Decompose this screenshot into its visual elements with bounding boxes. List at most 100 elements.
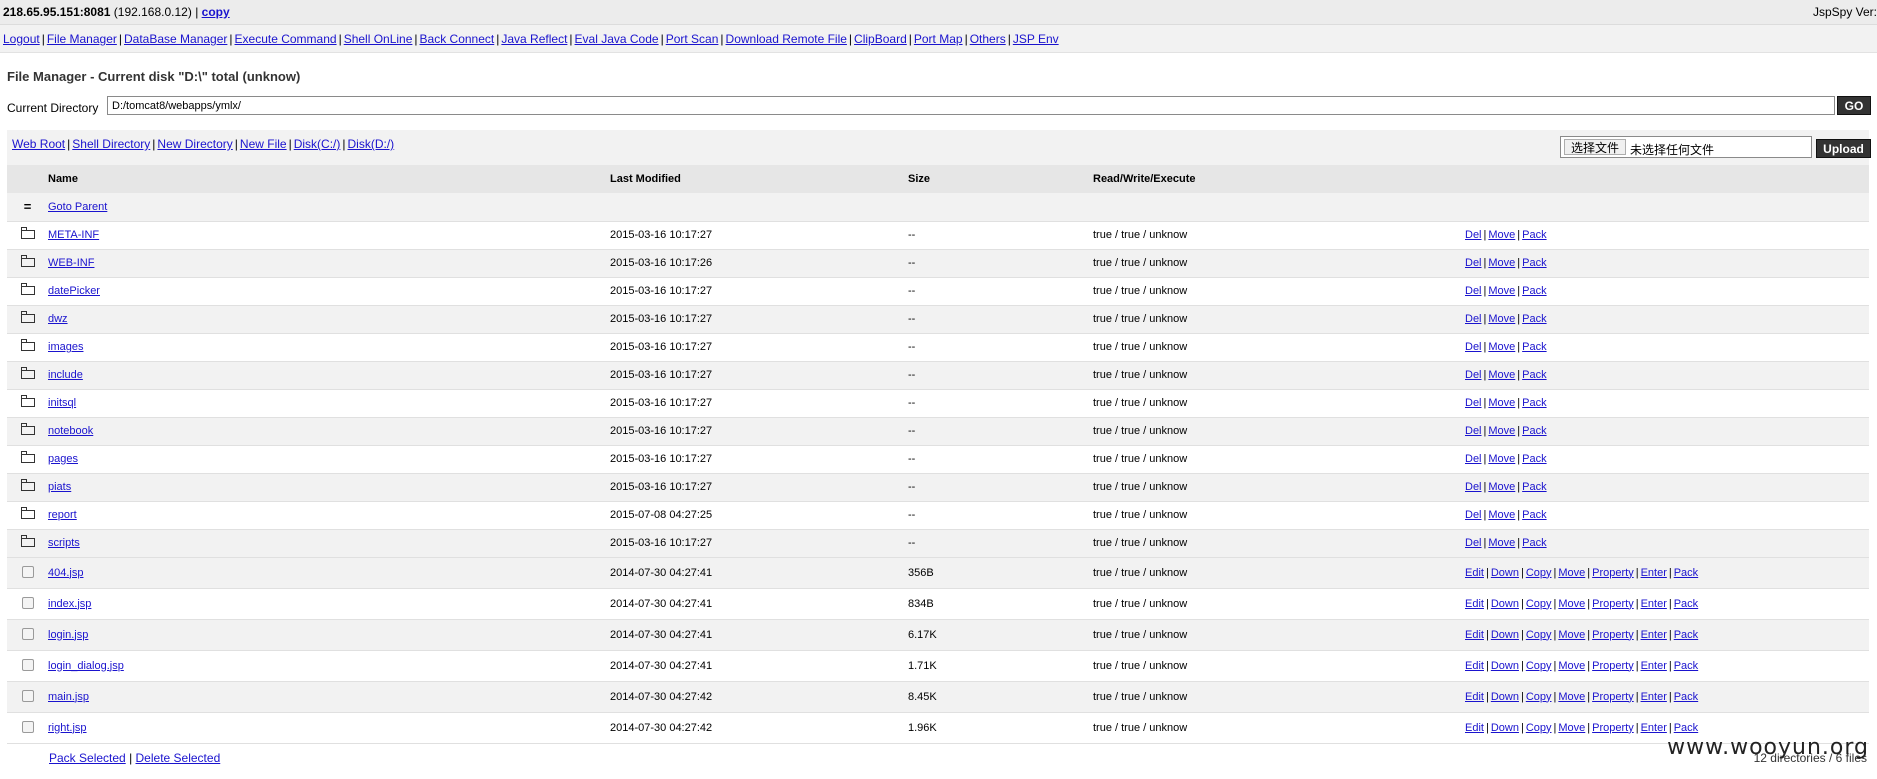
nav-jsp-env[interactable]: JSP Env bbox=[1013, 32, 1059, 46]
action-edit[interactable]: Edit bbox=[1465, 598, 1484, 610]
action-copy[interactable]: Copy bbox=[1526, 598, 1552, 610]
action-pack[interactable]: Pack bbox=[1674, 598, 1698, 610]
action-down[interactable]: Down bbox=[1491, 598, 1519, 610]
action-pack[interactable]: Pack bbox=[1674, 567, 1698, 579]
file-checkbox[interactable] bbox=[21, 628, 34, 640]
action-pack[interactable]: Pack bbox=[1522, 341, 1546, 353]
choose-file-button[interactable]: 选择文件 bbox=[1564, 139, 1627, 155]
action-move[interactable]: Move bbox=[1488, 229, 1515, 241]
action-del[interactable]: Del bbox=[1465, 229, 1482, 241]
directory-link[interactable]: initsql bbox=[48, 397, 76, 409]
action-copy[interactable]: Copy bbox=[1526, 629, 1552, 641]
copy-link[interactable]: copy bbox=[202, 5, 230, 19]
action-del[interactable]: Del bbox=[1465, 313, 1482, 325]
action-move[interactable]: Move bbox=[1488, 397, 1515, 409]
action-del[interactable]: Del bbox=[1465, 397, 1482, 409]
action-copy[interactable]: Copy bbox=[1526, 567, 1552, 579]
action-property[interactable]: Property bbox=[1592, 691, 1634, 703]
file-checkbox[interactable] bbox=[21, 566, 34, 578]
file-link[interactable]: main.jsp bbox=[48, 691, 89, 703]
action-del[interactable]: Del bbox=[1465, 509, 1482, 521]
action-edit[interactable]: Edit bbox=[1465, 567, 1484, 579]
action-pack[interactable]: Pack bbox=[1674, 722, 1698, 734]
file-checkbox[interactable] bbox=[21, 690, 34, 702]
file-checkbox[interactable] bbox=[21, 721, 34, 734]
directory-link[interactable]: datePicker bbox=[48, 285, 100, 297]
nav-execute-command[interactable]: Execute Command bbox=[235, 32, 337, 46]
nav-clipboard[interactable]: ClipBoard bbox=[854, 32, 907, 46]
action-del[interactable]: Del bbox=[1465, 481, 1482, 493]
toolbar-disk-d[interactable]: Disk(D:/) bbox=[348, 137, 395, 151]
action-pack[interactable]: Pack bbox=[1522, 369, 1546, 381]
file-link[interactable]: login.jsp bbox=[48, 629, 88, 641]
nav-shell-online[interactable]: Shell OnLine bbox=[344, 32, 413, 46]
action-move[interactable]: Move bbox=[1558, 567, 1585, 579]
directory-link[interactable]: include bbox=[48, 369, 83, 381]
action-enter[interactable]: Enter bbox=[1641, 691, 1667, 703]
action-copy[interactable]: Copy bbox=[1526, 722, 1552, 734]
action-move[interactable]: Move bbox=[1558, 691, 1585, 703]
action-move[interactable]: Move bbox=[1558, 660, 1585, 672]
action-del[interactable]: Del bbox=[1465, 369, 1482, 381]
action-edit[interactable]: Edit bbox=[1465, 722, 1484, 734]
action-move[interactable]: Move bbox=[1488, 425, 1515, 437]
action-enter[interactable]: Enter bbox=[1641, 567, 1667, 579]
action-pack[interactable]: Pack bbox=[1522, 229, 1546, 241]
action-pack[interactable]: Pack bbox=[1674, 660, 1698, 672]
action-copy[interactable]: Copy bbox=[1526, 660, 1552, 672]
action-edit[interactable]: Edit bbox=[1465, 691, 1484, 703]
nav-port-scan[interactable]: Port Scan bbox=[666, 32, 719, 46]
action-del[interactable]: Del bbox=[1465, 453, 1482, 465]
action-del[interactable]: Del bbox=[1465, 285, 1482, 297]
action-move[interactable]: Move bbox=[1488, 481, 1515, 493]
nav-download-remote-file[interactable]: Download Remote File bbox=[726, 32, 847, 46]
action-edit[interactable]: Edit bbox=[1465, 629, 1484, 641]
action-property[interactable]: Property bbox=[1592, 567, 1634, 579]
file-link[interactable]: right.jsp bbox=[48, 722, 87, 734]
action-pack[interactable]: Pack bbox=[1522, 481, 1546, 493]
action-del[interactable]: Del bbox=[1465, 257, 1482, 269]
action-pack[interactable]: Pack bbox=[1674, 629, 1698, 641]
toolbar-new-directory[interactable]: New Directory bbox=[157, 137, 232, 151]
pack-selected-link[interactable]: Pack Selected bbox=[49, 751, 126, 765]
directory-link[interactable]: report bbox=[48, 509, 77, 521]
action-down[interactable]: Down bbox=[1491, 691, 1519, 703]
upload-button[interactable]: Upload bbox=[1816, 139, 1871, 158]
action-move[interactable]: Move bbox=[1488, 509, 1515, 521]
action-move[interactable]: Move bbox=[1488, 369, 1515, 381]
action-del[interactable]: Del bbox=[1465, 537, 1482, 549]
nav-file-manager[interactable]: File Manager bbox=[47, 32, 117, 46]
action-move[interactable]: Move bbox=[1488, 285, 1515, 297]
action-property[interactable]: Property bbox=[1592, 660, 1634, 672]
action-down[interactable]: Down bbox=[1491, 722, 1519, 734]
action-pack[interactable]: Pack bbox=[1522, 453, 1546, 465]
nav-port-map[interactable]: Port Map bbox=[914, 32, 963, 46]
action-property[interactable]: Property bbox=[1592, 722, 1634, 734]
action-move[interactable]: Move bbox=[1488, 257, 1515, 269]
file-checkbox[interactable] bbox=[21, 659, 34, 671]
file-checkbox[interactable] bbox=[21, 597, 34, 609]
action-copy[interactable]: Copy bbox=[1526, 691, 1552, 703]
action-pack[interactable]: Pack bbox=[1522, 257, 1546, 269]
nav-java-reflect[interactable]: Java Reflect bbox=[501, 32, 567, 46]
action-move[interactable]: Move bbox=[1558, 598, 1585, 610]
delete-selected-link[interactable]: Delete Selected bbox=[136, 751, 221, 765]
go-button[interactable]: GO bbox=[1837, 96, 1871, 115]
action-property[interactable]: Property bbox=[1592, 629, 1634, 641]
action-pack[interactable]: Pack bbox=[1522, 509, 1546, 521]
action-move[interactable]: Move bbox=[1488, 537, 1515, 549]
action-pack[interactable]: Pack bbox=[1522, 537, 1546, 549]
action-pack[interactable]: Pack bbox=[1522, 285, 1546, 297]
action-pack[interactable]: Pack bbox=[1674, 691, 1698, 703]
file-link[interactable]: 404.jsp bbox=[48, 567, 83, 579]
directory-link[interactable]: images bbox=[48, 341, 83, 353]
action-del[interactable]: Del bbox=[1465, 425, 1482, 437]
toolbar-new-file[interactable]: New File bbox=[240, 137, 287, 151]
current-directory-input[interactable] bbox=[107, 96, 1835, 115]
directory-link[interactable]: WEB-INF bbox=[48, 257, 94, 269]
action-enter[interactable]: Enter bbox=[1641, 629, 1667, 641]
action-pack[interactable]: Pack bbox=[1522, 397, 1546, 409]
nav-eval-java-code[interactable]: Eval Java Code bbox=[575, 32, 659, 46]
action-move[interactable]: Move bbox=[1558, 722, 1585, 734]
toolbar-shell-directory[interactable]: Shell Directory bbox=[72, 137, 150, 151]
